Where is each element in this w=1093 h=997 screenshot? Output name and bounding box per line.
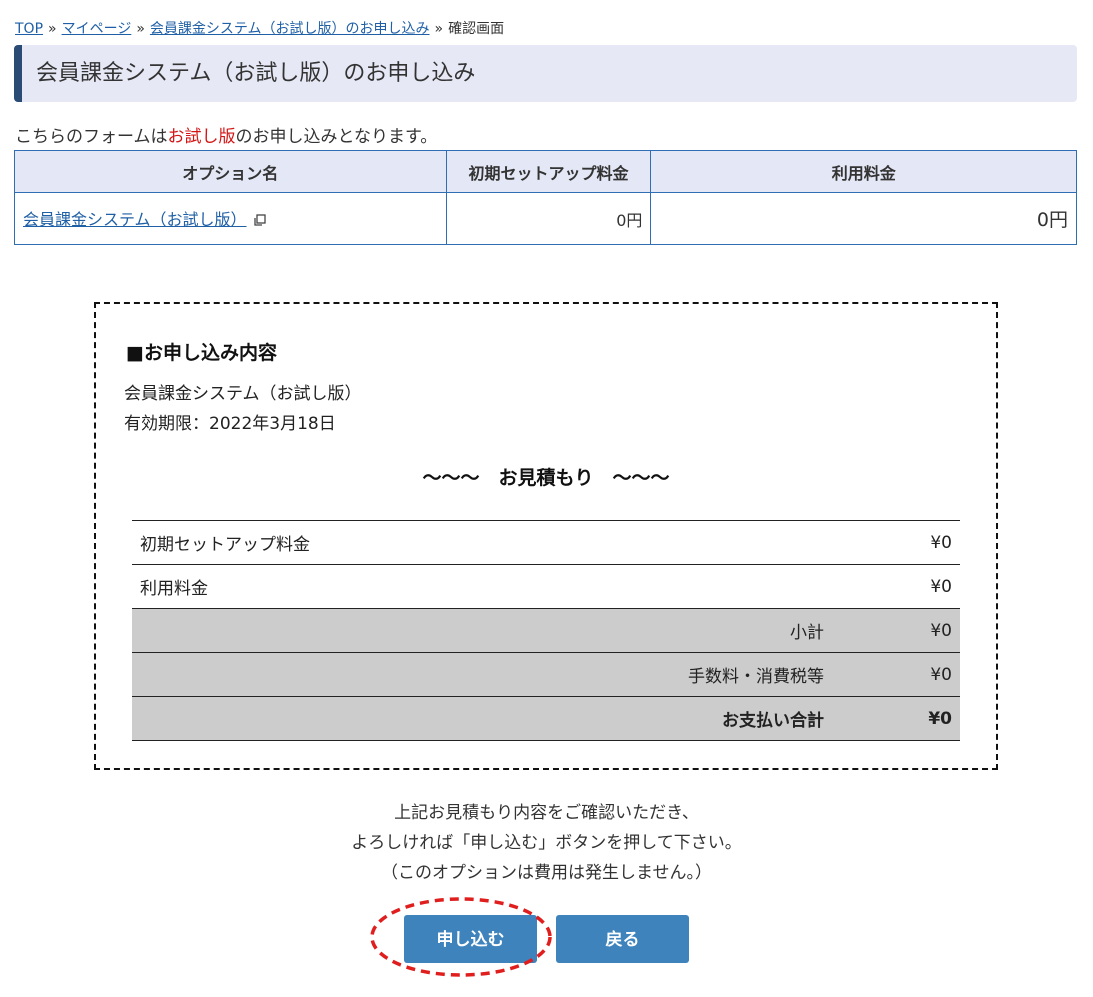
breadcrumb-separator: » (434, 21, 444, 37)
external-link-icon (253, 212, 266, 231)
estimate-value: ¥0 (860, 652, 960, 697)
option-name-label: 会員課金システム（お試し版） (23, 210, 247, 229)
annotation-highlight-ring (370, 897, 552, 977)
estimate-row-subtotal: 小計 ¥0 (132, 608, 960, 653)
breadcrumb-separator: » (48, 21, 57, 37)
header-option-name: オプション名 (14, 150, 447, 193)
intro-text: こちらのフォームはお試し版のお申し込みとなります。 (15, 122, 437, 147)
breadcrumb-top-link[interactable]: TOP (15, 21, 43, 37)
breadcrumb-mypage-link[interactable]: マイページ (62, 21, 132, 37)
header-setup-fee: 初期セットアップ料金 (445, 150, 652, 193)
estimate-row-usage-fee: 利用料金 ¥0 (132, 564, 960, 609)
page-title: 会員課金システム（お試し版）のお申し込み (14, 45, 1077, 102)
intro-prefix: こちらのフォームは (15, 127, 168, 147)
estimate-table: 初期セットアップ料金 ¥0 利用料金 ¥0 小計 ¥0 手数料・消費税等 ¥0 … (132, 520, 960, 741)
summary-expiry: 有効期限：2022年3月18日 (124, 414, 336, 434)
application-summary-box: ■お申し込み内容 会員課金システム（お試し版） 有効期限：2022年3月18日 … (94, 302, 998, 770)
setup-fee-cell: 0円 (445, 192, 652, 245)
back-button[interactable]: 戻る (556, 915, 689, 963)
intro-highlight: お試し版 (167, 127, 236, 147)
estimate-row-setup-fee: 初期セットアップ料金 ¥0 (132, 520, 960, 565)
notice-line: （このオプションは費用は発生しません。） (381, 863, 712, 883)
option-name-cell: 会員課金システム（お試し版） (14, 192, 447, 245)
breadcrumb-separator: » (136, 21, 145, 37)
estimate-row-fees-tax: 手数料・消費税等 ¥0 (132, 652, 960, 697)
estimate-label: 初期セットアップ料金 (132, 520, 860, 565)
notice-line: よろしければ「申し込む」ボタンを押して下さい。 (351, 833, 742, 853)
estimate-value: ¥0 (860, 608, 960, 653)
option-name-link[interactable]: 会員課金システム（お試し版） (23, 210, 247, 229)
breadcrumb: TOP» マイページ» 会員課金システム（お試し版）のお申し込み» 確認画面 (15, 18, 504, 38)
notice-line: 上記お見積もり内容をご確認いただき、 (394, 803, 699, 823)
intro-suffix: のお申し込みとなります。 (235, 127, 438, 147)
estimate-title: 〜〜〜 お見積もり 〜〜〜 (422, 467, 670, 489)
estimate-label: 手数料・消費税等 (132, 652, 860, 697)
breadcrumb-application-link[interactable]: 会員課金システム（お試し版）のお申し込み (150, 21, 430, 37)
estimate-label: 利用料金 (132, 564, 860, 609)
header-usage-fee: 利用料金 (650, 150, 1077, 193)
summary-item-name: 会員課金システム（お試し版） (124, 384, 362, 404)
breadcrumb-current: 確認画面 (448, 21, 505, 37)
estimate-value: ¥0 (860, 564, 960, 609)
options-table: オプション名 初期セットアップ料金 利用料金 会員課金システム（お試し版） 0円… (14, 150, 1077, 245)
estimate-value: ¥0 (860, 696, 960, 741)
estimate-label: 小計 (132, 608, 860, 653)
table-row: 会員課金システム（お試し版） 0円 0円 (14, 192, 1077, 245)
estimate-label: お支払い合計 (132, 696, 860, 741)
estimate-row-total: お支払い合計 ¥0 (132, 696, 960, 741)
summary-heading: ■お申し込み内容 (126, 342, 277, 364)
estimate-value: ¥0 (860, 520, 960, 565)
usage-fee-cell: 0円 (650, 192, 1077, 245)
options-table-header-row: オプション名 初期セットアップ料金 利用料金 (14, 150, 1077, 193)
confirmation-notice: 上記お見積もり内容をご確認いただき、 よろしければ「申し込む」ボタンを押して下さ… (0, 798, 1093, 888)
